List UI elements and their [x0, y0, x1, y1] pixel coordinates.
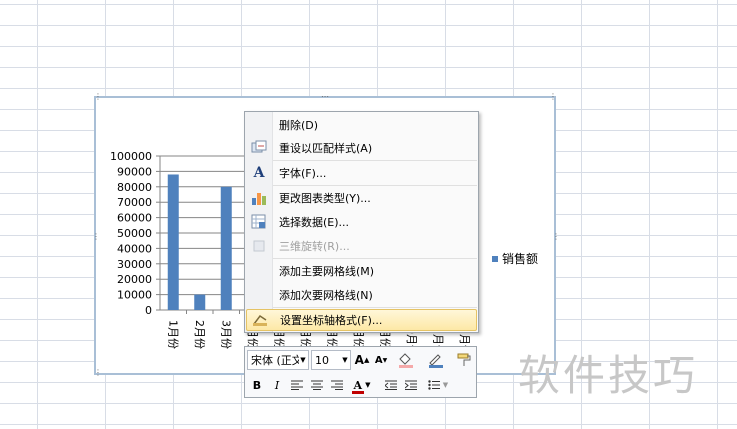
- menu-separator: [273, 185, 477, 186]
- menu-item-label: 三维旋转(R)...: [279, 240, 350, 253]
- grow-font-button[interactable]: A ▲: [354, 350, 370, 370]
- legend[interactable]: 销售额: [492, 250, 538, 267]
- italic-button[interactable]: I: [269, 375, 285, 395]
- bold-button[interactable]: B: [249, 375, 265, 395]
- x-tick-label: 1月份: [166, 320, 179, 349]
- y-tick-label: 10000: [117, 289, 152, 302]
- bar[interactable]: [167, 174, 179, 310]
- legend-label: 销售额: [502, 252, 539, 266]
- menu-item-label: 设置坐标轴格式(F)...: [280, 314, 383, 327]
- menu-item-3d-rotation[interactable]: 三维旋转(R)...: [246, 235, 477, 257]
- menu-item-reset-style[interactable]: 重设以匹配样式(A): [246, 137, 477, 159]
- 3d-rotate-icon: [246, 235, 272, 257]
- chevron-down-icon: ▼: [442, 381, 449, 389]
- font-color-button[interactable]: A ▼: [351, 375, 373, 395]
- y-tick-label: 80000: [117, 181, 152, 194]
- bullets-icon: [428, 380, 440, 390]
- y-tick-label: 40000: [117, 242, 152, 255]
- pen-icon: [429, 354, 443, 368]
- y-tick-label: 50000: [117, 227, 152, 240]
- bullets-button[interactable]: ▼: [425, 375, 451, 395]
- menu-item-label: 选择数据(E)...: [279, 216, 350, 229]
- menu-item-label: 添加次要网格线(N): [279, 289, 373, 302]
- y-tick-label: 100000: [110, 150, 152, 163]
- menu-separator: [273, 307, 477, 308]
- y-tick-label: 30000: [117, 258, 152, 271]
- font-color-icon: A: [351, 378, 364, 394]
- fill-color-button[interactable]: [395, 350, 417, 370]
- menu-item-label: 添加主要网格线(M): [279, 265, 375, 278]
- context-menu: 删除(D) 重设以匹配样式(A) A 字体(F)... 更改图表类型(Y)...…: [244, 111, 479, 333]
- format-painter-button[interactable]: [455, 350, 473, 370]
- y-tick-label: 90000: [117, 165, 152, 178]
- chart-type-icon: [246, 187, 272, 209]
- menu-item-font[interactable]: A 字体(F)...: [246, 162, 477, 184]
- y-tick-label: 70000: [117, 196, 152, 209]
- font-name-value: 宋体 (正文: [251, 354, 299, 367]
- reset-style-icon: [246, 137, 272, 159]
- line-color-button[interactable]: [425, 350, 447, 370]
- menu-item-label: 删除(D): [279, 119, 319, 132]
- format-painter-icon: [457, 353, 471, 366]
- font-size-value: 10: [315, 353, 329, 367]
- increase-indent-icon: [405, 380, 417, 390]
- increase-indent-button[interactable]: [403, 375, 419, 395]
- decrease-indent-icon: [385, 380, 397, 390]
- y-tick-label: 60000: [117, 212, 152, 225]
- watermark: 软件技巧: [518, 351, 699, 400]
- menu-item-label: 更改图表类型(Y)...: [279, 192, 371, 205]
- shrink-font-button[interactable]: A ▼: [373, 350, 389, 370]
- align-left-button[interactable]: [289, 375, 305, 395]
- bar[interactable]: [194, 294, 206, 310]
- menu-item-label: 重设以匹配样式(A): [279, 142, 373, 155]
- menu-item-add-minor-gridlines[interactable]: 添加次要网格线(N): [246, 284, 477, 306]
- font-name-box[interactable]: 宋体 (正文 ▼: [247, 350, 309, 370]
- align-right-button[interactable]: [329, 375, 345, 395]
- menu-item-format-axis[interactable]: 设置坐标轴格式(F)...: [246, 309, 477, 331]
- menu-item-label: 字体(F)...: [279, 167, 327, 180]
- chevron-down-icon[interactable]: ▼: [298, 351, 308, 369]
- align-right-icon: [331, 380, 343, 390]
- format-axis-icon: [247, 309, 273, 331]
- y-tick-label: 0: [145, 304, 152, 317]
- chevron-down-icon[interactable]: ▼: [340, 351, 350, 369]
- align-left-icon: [291, 380, 303, 390]
- font-icon: A: [253, 165, 265, 181]
- paint-bucket-icon: [399, 353, 413, 368]
- mini-toolbar: 宋体 (正文 ▼ 10 ▼ A ▲ A ▼ B I A ▼ ▼: [244, 346, 477, 398]
- x-tick-label: 2月份: [193, 320, 206, 349]
- decrease-indent-button[interactable]: [383, 375, 399, 395]
- x-tick-label: 3月份: [219, 320, 232, 349]
- align-center-icon: [311, 380, 323, 390]
- chevron-down-icon: ▼: [365, 381, 371, 389]
- select-data-icon: [246, 211, 272, 233]
- align-center-button[interactable]: [309, 375, 325, 395]
- menu-separator: [273, 160, 477, 161]
- bar[interactable]: [220, 186, 232, 310]
- font-size-box[interactable]: 10 ▼: [311, 350, 351, 370]
- menu-separator: [273, 258, 477, 259]
- menu-item-select-data[interactable]: 选择数据(E)...: [246, 211, 477, 233]
- y-tick-label: 20000: [117, 273, 152, 286]
- menu-item-delete[interactable]: 删除(D): [246, 114, 477, 136]
- menu-item-change-chart-type[interactable]: 更改图表类型(Y)...: [246, 187, 477, 209]
- menu-item-add-major-gridlines[interactable]: 添加主要网格线(M): [246, 260, 477, 282]
- legend-swatch: [492, 255, 498, 262]
